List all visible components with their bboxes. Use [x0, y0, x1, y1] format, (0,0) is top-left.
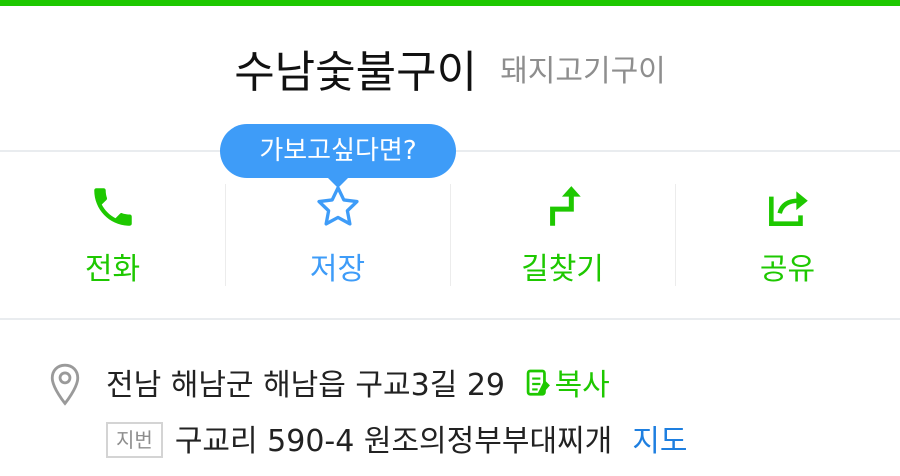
map-link[interactable]: 지도	[632, 424, 687, 459]
action-bar: 전화 저장 길찾기 공유	[0, 152, 900, 318]
location-pin-icon	[50, 363, 80, 406]
star-icon	[316, 186, 359, 226]
save-tooltip[interactable]: 가보고싶다면?	[220, 124, 456, 188]
share-icon	[768, 191, 808, 226]
copy-label: 복사	[554, 368, 610, 403]
directions-button[interactable]: 길찾기	[450, 152, 675, 318]
place-category: 돼지고기구이	[500, 54, 666, 89]
lot-badge: 지번	[106, 422, 163, 458]
divider-bottom	[0, 318, 900, 320]
share-label: 공유	[759, 252, 816, 287]
lot-address: 구교리 590-4 원조의정부부대찌개	[174, 424, 613, 459]
save-label: 저장	[309, 252, 366, 287]
share-button[interactable]: 공유	[675, 152, 900, 318]
call-label: 전화	[84, 252, 141, 287]
place-title: 수남숯불구이	[234, 47, 478, 98]
call-button[interactable]: 전화	[0, 152, 225, 318]
copy-address-button[interactable]: 복사	[525, 368, 610, 403]
road-address: 전남 해남군 해남읍 구교3길 29	[106, 368, 506, 403]
copy-icon	[526, 369, 550, 396]
lot-address-row: 지번 구교리 590-4 원조의정부부대찌개 지도	[106, 418, 687, 466]
top-accent-bar	[0, 0, 900, 6]
directions-icon	[549, 186, 581, 226]
phone-icon	[93, 188, 132, 226]
road-address-row: 전남 해남군 해남읍 구교3길 29 복사	[106, 362, 610, 410]
directions-label: 길찾기	[521, 252, 604, 287]
place-header: 수남숯불구이 돼지고기구이	[0, 36, 900, 116]
